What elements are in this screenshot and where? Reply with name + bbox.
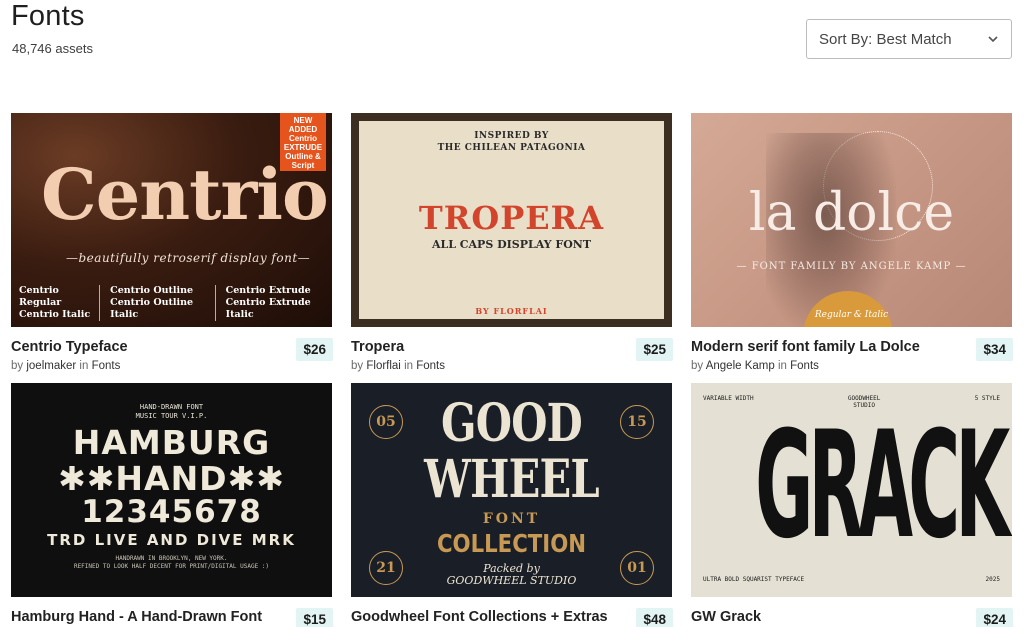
price-badge: $48 (636, 608, 673, 627)
thumbnail-tag: Regular & Italic (814, 310, 889, 320)
author-link[interactable]: Angele Kamp (706, 360, 775, 372)
product-thumbnail[interactable]: NEW ADDED Centrio EXTRUDE Outline & Scri… (11, 113, 332, 327)
thumbnail-credit: Packed by GOODWHEEL STUDIO (446, 562, 577, 587)
thumbnail-headline: GOOD (441, 393, 583, 454)
thumbnail-subtitle: TRD LIVE AND DIVE MRK (47, 531, 296, 549)
product-byline: by Angele Kamp in Fonts (691, 360, 819, 372)
product-title[interactable]: Centrio Typeface (11, 339, 128, 355)
product-card: NEW ADDED Centrio EXTRUDE Outline & Scri… (11, 113, 333, 372)
thumbnail-subtitle: ALL CAPS DISPLAY FONT (431, 238, 592, 251)
thumbnail-subtitle: — FONT FAMILY BY ANGELE KAMP — (736, 261, 967, 272)
product-card: 05 15 21 01 GOOD WHEEL FONT COLLECTION P… (351, 383, 673, 627)
thumbnail-headline: la dolce (748, 183, 955, 243)
product-card: VARIABLE WIDTH GOODWHEEL STUDIO 5 STYLE … (691, 383, 1013, 627)
thumbnail-headline: WHEEL (424, 449, 599, 510)
thumbnail-tagline: —beautifully retroserif display font— (66, 251, 311, 265)
product-thumbnail[interactable]: HAND-DRAWN FONT MUSIC TOUR V.I.P. HAMBUR… (11, 383, 332, 597)
thumbnail-caption: HAND-DRAWN FONT MUSIC TOUR V.I.P. (135, 403, 208, 420)
product-card: INSPIRED BY THE CHILEAN PATAGONIA TROPER… (351, 113, 673, 372)
thumbnail-footnote: HANDRAWN IN BROOKLYN, NEW YORK. REFINED … (73, 555, 270, 570)
thumbnail-subtitle: FONT (482, 511, 541, 527)
price-badge: $25 (636, 338, 673, 361)
thumbnail-numerals: 12345678 (81, 494, 262, 530)
chevron-down-icon (988, 36, 998, 43)
product-title[interactable]: GW Grack (691, 609, 761, 625)
product-title[interactable]: Goodwheel Font Collections + Extras (351, 609, 608, 625)
thumbnail-footer: ULTRA BOLD SQUARIST TYPEFACE 2025 (703, 576, 1000, 583)
product-title[interactable]: Tropera (351, 339, 404, 355)
author-link[interactable]: Florflai (366, 360, 401, 372)
category-link[interactable]: Fonts (790, 360, 819, 372)
price-badge: $26 (296, 338, 333, 361)
product-thumbnail[interactable]: la dolce — FONT FAMILY BY ANGELE KAMP — … (691, 113, 1012, 327)
thumbnail-styles: Centrio Regular Centrio Italic Centrio Ou… (19, 285, 311, 321)
thumbnail-credit: BY FLORFLAI (475, 306, 548, 316)
thumbnail-headline: TROPERA (418, 199, 605, 237)
price-badge: $24 (976, 608, 1013, 627)
category-link[interactable]: Fonts (416, 360, 445, 372)
thumbnail-headline: GRACK (755, 398, 1010, 571)
product-title[interactable]: Hamburg Hand - A Hand-Drawn Font (11, 609, 262, 625)
thumbnail-line: INSPIRED BY (474, 131, 549, 141)
thumbnail-line: THE CHILEAN PATAGONIA (437, 143, 586, 153)
thumbnail-headline: Centrio (41, 153, 329, 236)
price-badge: $34 (976, 338, 1013, 361)
product-byline: by joelmaker in Fonts (11, 360, 121, 372)
page-title: Fonts (11, 0, 85, 32)
product-card: la dolce — FONT FAMILY BY ANGELE KAMP — … (691, 113, 1013, 372)
product-thumbnail[interactable]: 05 15 21 01 GOOD WHEEL FONT COLLECTION P… (351, 383, 672, 597)
price-badge: $15 (296, 608, 333, 627)
product-card: HAND-DRAWN FONT MUSIC TOUR V.I.P. HAMBUR… (11, 383, 333, 627)
thumbnail-subtitle: COLLECTION (436, 529, 587, 558)
product-thumbnail[interactable]: INSPIRED BY THE CHILEAN PATAGONIA TROPER… (351, 113, 672, 327)
sort-dropdown[interactable]: Sort By: Best Match (806, 19, 1012, 59)
product-byline: by Florflai in Fonts (351, 360, 445, 372)
author-link[interactable]: joelmaker (26, 360, 76, 372)
thumbnail-headline: HAMBURG (72, 423, 271, 462)
sort-label: Sort By: Best Match (819, 30, 952, 48)
product-thumbnail[interactable]: VARIABLE WIDTH GOODWHEEL STUDIO 5 STYLE … (691, 383, 1012, 597)
asset-count: 48,746 assets (12, 41, 93, 56)
product-title[interactable]: Modern serif font family La Dolce (691, 339, 920, 355)
thumbnail-headline: ✱✱HAND✱✱ (58, 459, 285, 498)
category-link[interactable]: Fonts (92, 360, 121, 372)
